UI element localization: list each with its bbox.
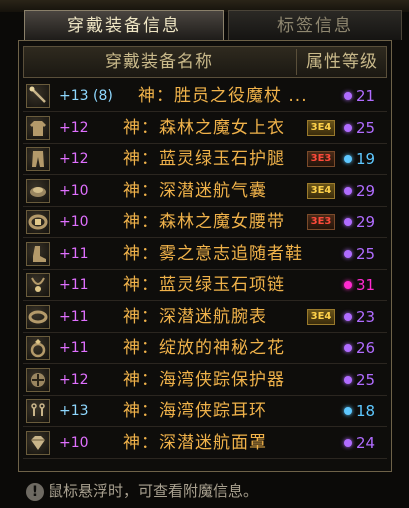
grade-dot-icon xyxy=(344,344,352,352)
column-divider xyxy=(296,49,297,75)
table-header: 穿戴装备名称 属性等级 xyxy=(23,46,387,78)
staff-icon xyxy=(26,84,50,108)
belt-icon xyxy=(26,210,50,234)
equipment-row[interactable]: +13 神：海湾侠踪耳环 18 xyxy=(23,396,387,427)
equipment-name: 神：雾之意志追随者鞋 xyxy=(123,243,303,264)
equipment-row[interactable]: +12 神：森林之魔女上衣 3E4 25 xyxy=(23,113,387,144)
attribute-level: 21 xyxy=(356,87,376,105)
enhance-level: +13 (8) xyxy=(59,88,113,104)
grade-dot-icon xyxy=(344,281,352,289)
equipment-name: 神：深潜迷航面罩 xyxy=(123,432,267,453)
grade-dot-icon xyxy=(344,375,352,384)
enchant-badge: 3E3 xyxy=(307,214,335,230)
grade-dot-icon xyxy=(344,407,352,415)
hint-bar: ! 鼠标悬浮时，可查看附魔信息。 xyxy=(26,478,258,504)
equipment-row[interactable]: +11 神：绽放的神秘之花 26 xyxy=(23,333,387,364)
tab-bar: 穿戴装备信息 标签信息 xyxy=(18,10,402,42)
support-icon xyxy=(26,367,50,392)
equipment-name: 神：蓝灵绿玉石护腿 xyxy=(123,149,285,169)
equipment-name: 神：海湾侠踪耳环 xyxy=(123,401,267,421)
equipment-name: 神：绽放的神秘之花 xyxy=(123,338,285,358)
enchant-badge: 3E4 xyxy=(307,308,335,325)
equipment-name: 神：深潜迷航气囊 xyxy=(123,180,267,201)
enhance-level: +11 xyxy=(59,277,89,293)
grade-dot-icon xyxy=(344,438,352,447)
attribute-level: 29 xyxy=(356,213,376,231)
equipment-row[interactable]: +11 神：深潜迷航腕表 3E4 23 xyxy=(23,302,387,333)
grade-dot-icon xyxy=(344,92,352,100)
attribute-level: 24 xyxy=(356,433,376,452)
grade-dot-icon xyxy=(344,186,352,195)
boots-icon xyxy=(26,241,50,266)
grade-dot-icon xyxy=(344,123,352,132)
equipment-row[interactable]: +10 神：深潜迷航面罩 24 xyxy=(23,428,387,459)
column-header-level: 属性等级 xyxy=(306,52,378,72)
enhance-level: +11 xyxy=(59,308,89,325)
equipment-name: 神：海湾侠踪保护器 xyxy=(123,369,285,390)
pants-icon xyxy=(26,147,50,171)
equipment-name: 神：森林之魔女腰带 xyxy=(123,212,285,232)
enhance-level: +10 xyxy=(59,214,89,230)
enhance-level: +10 xyxy=(59,182,89,199)
enhance-level: +11 xyxy=(59,245,89,262)
enchant-badge: 3E4 xyxy=(307,182,335,199)
equipment-row[interactable]: +10 神：深潜迷航气囊 3E4 29 xyxy=(23,176,387,207)
attribute-level: 23 xyxy=(356,307,376,326)
hint-text: 鼠标悬浮时，可查看附魔信息。 xyxy=(48,482,259,500)
equipment-row[interactable]: +11 神：蓝灵绿玉石项链 31 xyxy=(23,270,387,301)
equipment-row[interactable]: +12 神：蓝灵绿玉石护腿 3E3 19 xyxy=(23,144,387,175)
attribute-level: 29 xyxy=(356,181,376,200)
shoulder-icon xyxy=(26,178,50,203)
gem-icon xyxy=(26,430,50,455)
grade-dot-icon xyxy=(344,218,352,226)
equipment-row[interactable]: +11 神：雾之意志追随者鞋 25 xyxy=(23,239,387,270)
equipment-row[interactable]: +13 (8) 神：胜员之役魔杖 ... 21 xyxy=(23,81,387,112)
ring-icon xyxy=(26,336,50,360)
attribute-level: 26 xyxy=(356,339,376,357)
equipment-name: 神：胜员之役魔杖 ... xyxy=(138,86,308,106)
necklace-icon xyxy=(26,273,50,297)
equipment-name: 神：森林之魔女上衣 xyxy=(123,117,285,138)
attribute-level: 25 xyxy=(356,370,376,389)
enchant-badge: 3E3 xyxy=(307,151,335,167)
grade-dot-icon xyxy=(344,312,352,321)
grade-dot-icon xyxy=(344,155,352,163)
enhance-level: +10 xyxy=(59,434,89,451)
column-header-name: 穿戴装备名称 xyxy=(105,52,213,72)
bracelet-icon xyxy=(26,304,50,329)
equipment-name: 神：蓝灵绿玉石项链 xyxy=(123,275,285,295)
enhance-level: +12 xyxy=(59,119,89,136)
equipment-name: 神：深潜迷航腕表 xyxy=(123,306,267,327)
grade-dot-icon xyxy=(344,249,352,258)
enhance-level: +11 xyxy=(59,340,89,356)
earring-icon xyxy=(26,399,50,423)
equipment-row[interactable]: +10 神：森林之魔女腰带 3E3 29 xyxy=(23,207,387,238)
attribute-level: 18 xyxy=(356,402,376,420)
enhance-level: +13 xyxy=(59,403,89,419)
attribute-level: 25 xyxy=(356,118,376,137)
enhance-level: +12 xyxy=(59,151,89,167)
attribute-level: 19 xyxy=(356,150,376,168)
equipment-row[interactable]: +12 神：海湾侠踪保护器 25 xyxy=(23,365,387,396)
coat-icon xyxy=(26,115,50,140)
tab-equipment-info[interactable]: 穿戴装备信息 xyxy=(24,10,224,40)
attribute-level: 25 xyxy=(356,244,376,263)
enhance-level: +12 xyxy=(59,371,89,388)
enchant-badge: 3E4 xyxy=(307,119,335,136)
tab-tag-info[interactable]: 标签信息 xyxy=(228,10,402,40)
info-icon: ! xyxy=(26,482,44,501)
attribute-level: 31 xyxy=(356,276,376,294)
equipment-panel: 穿戴装备名称 属性等级 +13 (8) 神：胜员之役魔杖 ... 21 +12 神：森林… xyxy=(18,40,392,472)
